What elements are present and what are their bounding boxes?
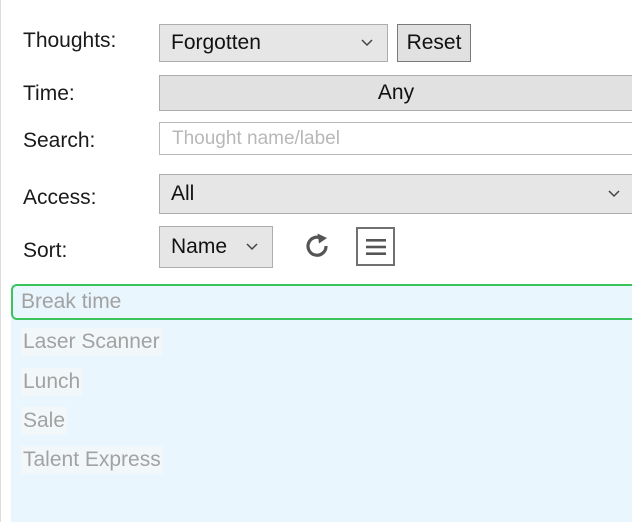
list-item[interactable]: Talent Express bbox=[21, 446, 163, 474]
chevron-down-icon bbox=[246, 243, 258, 251]
thoughts-select-value: Forgotten bbox=[171, 31, 261, 54]
sort-label: Sort: bbox=[23, 239, 68, 262]
list-item[interactable]: Lunch bbox=[21, 368, 83, 396]
refresh-icon bbox=[306, 233, 328, 257]
search-input[interactable] bbox=[159, 122, 632, 155]
access-label: Access: bbox=[23, 186, 97, 209]
thoughts-label: Thoughts: bbox=[23, 29, 117, 52]
list-item[interactable]: Sale bbox=[21, 407, 68, 435]
thought-filter-panel: Thoughts: Forgotten Reset Time: Any Sear… bbox=[0, 0, 632, 522]
time-range-button[interactable]: Any bbox=[159, 75, 632, 111]
chevron-down-icon bbox=[608, 190, 620, 198]
access-select[interactable]: All bbox=[159, 174, 632, 214]
menu-icon bbox=[365, 238, 386, 255]
thoughts-select[interactable]: Forgotten bbox=[159, 24, 388, 62]
reset-button[interactable]: Reset bbox=[397, 24, 471, 62]
thought-list[interactable]: Break time Laser Scanner Lunch Sale Tale… bbox=[11, 284, 632, 522]
menu-button[interactable] bbox=[356, 227, 395, 266]
sort-select-value: Name bbox=[171, 235, 228, 258]
list-item[interactable]: Laser Scanner bbox=[21, 328, 162, 356]
sort-select[interactable]: Name bbox=[159, 226, 273, 268]
time-label: Time: bbox=[23, 82, 75, 105]
list-item[interactable]: Break time bbox=[11, 284, 632, 320]
refresh-button[interactable] bbox=[299, 228, 337, 266]
search-label: Search: bbox=[23, 129, 96, 152]
access-select-value: All bbox=[171, 182, 195, 205]
chevron-down-icon bbox=[361, 39, 373, 47]
